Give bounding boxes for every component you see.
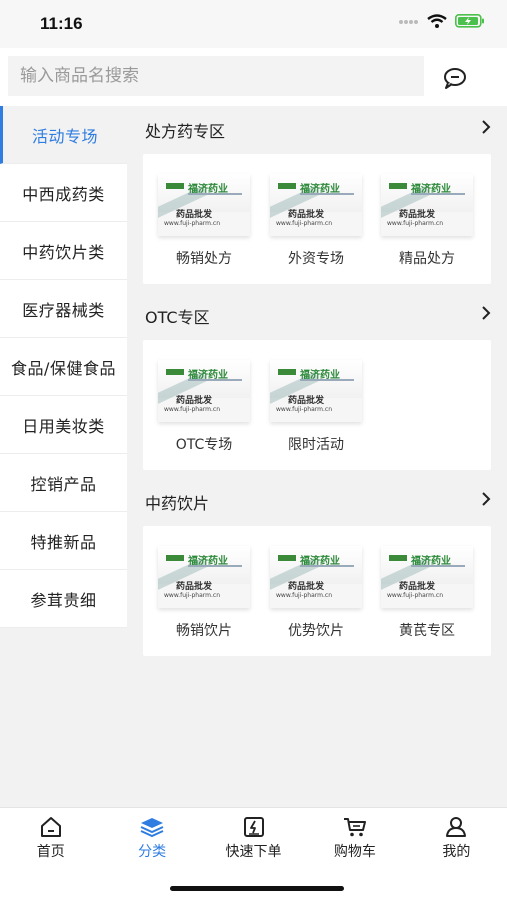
section-title: 处方药专区 [145, 122, 226, 141]
product-label: 畅销处方 [176, 251, 232, 267]
home-icon [40, 817, 61, 837]
sidebar-item-herbal-pieces[interactable]: 中药饮片类 [0, 222, 127, 280]
product-label: 外资专场 [288, 251, 344, 267]
signal-icon [399, 20, 418, 24]
section-header[interactable]: 中药饮片 [143, 478, 491, 526]
category-sidebar: 活动专场 中西成药类 中药饮片类 医疗器械类 食品/保健食品 日用美妆类 控销产… [0, 106, 127, 628]
status-time: 11:16 [40, 14, 83, 33]
product-tile[interactable]: 福济药业 药品批发 www.fuji-pharm.cn 精品处方 [378, 174, 476, 268]
sidebar-item-label: 活动专场 [31, 126, 98, 146]
product-tile[interactable]: 福济药业 药品批发 www.fuji-pharm.cn 畅销处方 [155, 174, 253, 268]
product-tile[interactable]: 福济药业 药品批发 www.fuji-pharm.cn 优势饮片 [267, 546, 365, 640]
user-icon [446, 817, 467, 837]
status-bar: 11:16 [0, 0, 507, 48]
tab-label: 我的 [442, 844, 471, 860]
layers-icon [140, 818, 164, 838]
product-label: 优势饮片 [288, 623, 344, 639]
product-thumbnail: 福济药业 药品批发 www.fuji-pharm.cn [270, 360, 362, 422]
sidebar-item-medical-devices[interactable]: 医疗器械类 [0, 280, 127, 338]
chevron-right-icon [482, 492, 491, 506]
sidebar-item-controlled-sales[interactable]: 控销产品 [0, 454, 127, 512]
search-bar [0, 48, 507, 106]
product-tile[interactable]: 福济药业 药品批发 www.fuji-pharm.cn 外资专场 [267, 174, 365, 268]
sidebar-item-label: 中西成药类 [22, 184, 105, 204]
tab-cart[interactable]: 购物车 [304, 808, 405, 868]
tab-label: 首页 [36, 844, 65, 860]
quick-order-icon [243, 817, 264, 837]
product-thumbnail: 福济药业 药品批发 www.fuji-pharm.cn [270, 546, 362, 608]
sidebar-item-activities[interactable]: 活动专场 [0, 106, 127, 164]
battery-icon [455, 14, 484, 28]
section-title: OTC专区 [145, 308, 210, 327]
chat-bubble-icon [444, 68, 466, 89]
product-thumbnail: 福济药业 药品批发 www.fuji-pharm.cn [270, 174, 362, 236]
sidebar-item-health-food[interactable]: 食品/保健食品 [0, 338, 127, 396]
sidebar-item-daily-beauty[interactable]: 日用美妆类 [0, 396, 127, 454]
product-tile[interactable]: 福济药业 药品批发 www.fuji-pharm.cn 黄芪专区 [378, 546, 476, 640]
product-thumbnail: 福济药业 药品批发 www.fuji-pharm.cn [381, 174, 473, 236]
message-button[interactable] [436, 62, 474, 94]
tab-label: 快速下单 [225, 844, 282, 860]
product-thumbnail: 福济药业 药品批发 www.fuji-pharm.cn [158, 546, 250, 608]
home-indicator[interactable] [170, 886, 344, 891]
tab-home[interactable]: 首页 [0, 808, 101, 868]
sidebar-item-label: 中药饮片类 [22, 242, 105, 262]
sidebar-item-label: 控销产品 [30, 474, 97, 494]
product-card: 福济药业 药品批发 www.fuji-pharm.cn OTC专场 福济药业 药品… [143, 340, 491, 470]
sidebar-item-label: 特推新品 [30, 532, 97, 552]
product-tile[interactable]: 福济药业 药品批发 www.fuji-pharm.cn 畅销饮片 [155, 546, 253, 640]
product-thumbnail: 福济药业 药品批发 www.fuji-pharm.cn [158, 360, 250, 422]
search-input[interactable] [8, 56, 424, 96]
tab-label: 分类 [138, 844, 167, 860]
product-thumbnail: 福济药业 药品批发 www.fuji-pharm.cn [158, 174, 250, 236]
sidebar-item-label: 参茸贵细 [30, 590, 97, 610]
wifi-icon [427, 14, 447, 28]
product-thumbnail: 福济药业 药品批发 www.fuji-pharm.cn [381, 546, 473, 608]
section-title: 中药饮片 [145, 494, 210, 513]
sidebar-item-new-products[interactable]: 特推新品 [0, 512, 127, 570]
cart-icon [343, 818, 366, 837]
home-indicator-area [0, 867, 507, 900]
bottom-tab-bar: 首页 分类 快速下单 购物车 我的 [0, 807, 507, 868]
tab-profile[interactable]: 我的 [406, 808, 507, 868]
product-card: 福济药业 药品批发 www.fuji-pharm.cn 畅销饮片 福济药业 药品批… [143, 526, 491, 656]
tab-label: 购物车 [333, 844, 376, 860]
product-label: 畅销饮片 [176, 623, 232, 639]
tab-category[interactable]: 分类 [101, 808, 202, 868]
sidebar-item-label: 日用美妆类 [22, 416, 105, 436]
product-tile[interactable]: 福济药业 药品批发 www.fuji-pharm.cn OTC专场 [155, 360, 253, 454]
product-card: 福济药业 药品批发 www.fuji-pharm.cn 畅销处方 福济药业 药品批… [143, 154, 491, 284]
sidebar-item-label: 食品/保健食品 [11, 358, 116, 378]
sidebar-item-ginseng-premium[interactable]: 参茸贵细 [0, 570, 127, 628]
chevron-right-icon [482, 120, 491, 134]
chevron-right-icon [482, 306, 491, 320]
section-header[interactable]: OTC专区 [143, 292, 491, 340]
product-label: OTC专场 [175, 437, 233, 453]
product-label: 黄芪专区 [399, 623, 455, 639]
sidebar-item-chinese-western-medicine[interactable]: 中西成药类 [0, 164, 127, 222]
category-content: 处方药专区 福济药业 药品批发 www.fuji-pharm.cn 畅销处方 福济… [143, 106, 491, 664]
tab-quick-order[interactable]: 快速下单 [203, 808, 304, 868]
status-icons [399, 14, 485, 28]
product-label: 精品处方 [399, 251, 455, 267]
sidebar-item-label: 医疗器械类 [22, 300, 105, 320]
product-tile[interactable]: 福济药业 药品批发 www.fuji-pharm.cn 限时活动 [267, 360, 365, 454]
section-header[interactable]: 处方药专区 [143, 106, 491, 154]
product-label: 限时活动 [288, 437, 344, 453]
